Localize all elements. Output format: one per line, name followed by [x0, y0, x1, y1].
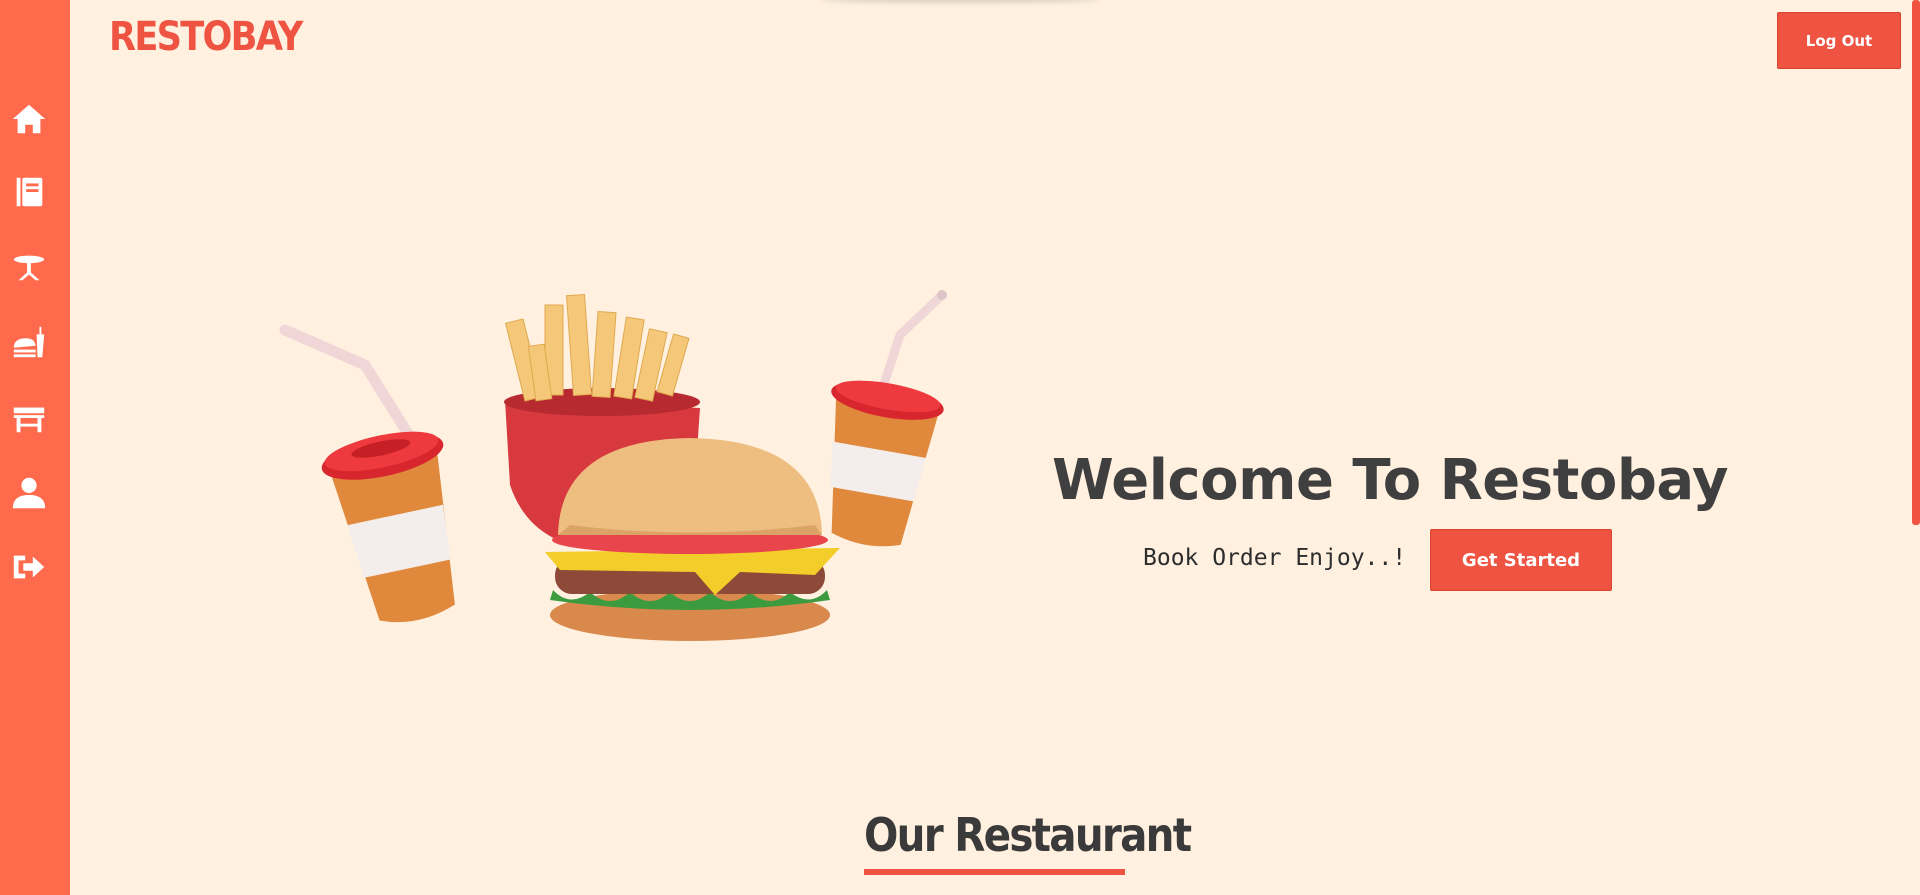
logout-button[interactable]: Log Out: [1777, 12, 1901, 69]
user-profile-icon[interactable]: [10, 474, 48, 512]
home-icon[interactable]: [10, 100, 48, 138]
hero-tagline: Book Order Enjoy..!: [1143, 545, 1407, 571]
section-underline: [864, 869, 1125, 875]
tables-icon[interactable]: [10, 399, 48, 437]
section-title-restaurant: Our Restaurant: [864, 808, 1192, 862]
menu-book-icon[interactable]: [10, 173, 48, 211]
sidebar: [0, 0, 70, 895]
left-cup-drink: [321, 431, 455, 623]
hero-title: Welcome To Restobay: [1051, 448, 1729, 513]
brand-logo[interactable]: RESTOBAY: [109, 14, 303, 60]
scrollbar[interactable]: [1912, 0, 1920, 525]
table-reservation-icon[interactable]: [10, 248, 48, 286]
right-cup-drink: [830, 380, 944, 547]
burger: [545, 438, 840, 641]
food-order-icon[interactable]: [10, 323, 48, 361]
sign-out-icon[interactable]: [10, 548, 48, 586]
get-started-button[interactable]: Get Started: [1430, 529, 1612, 591]
fast-food-illustration: [279, 290, 947, 641]
